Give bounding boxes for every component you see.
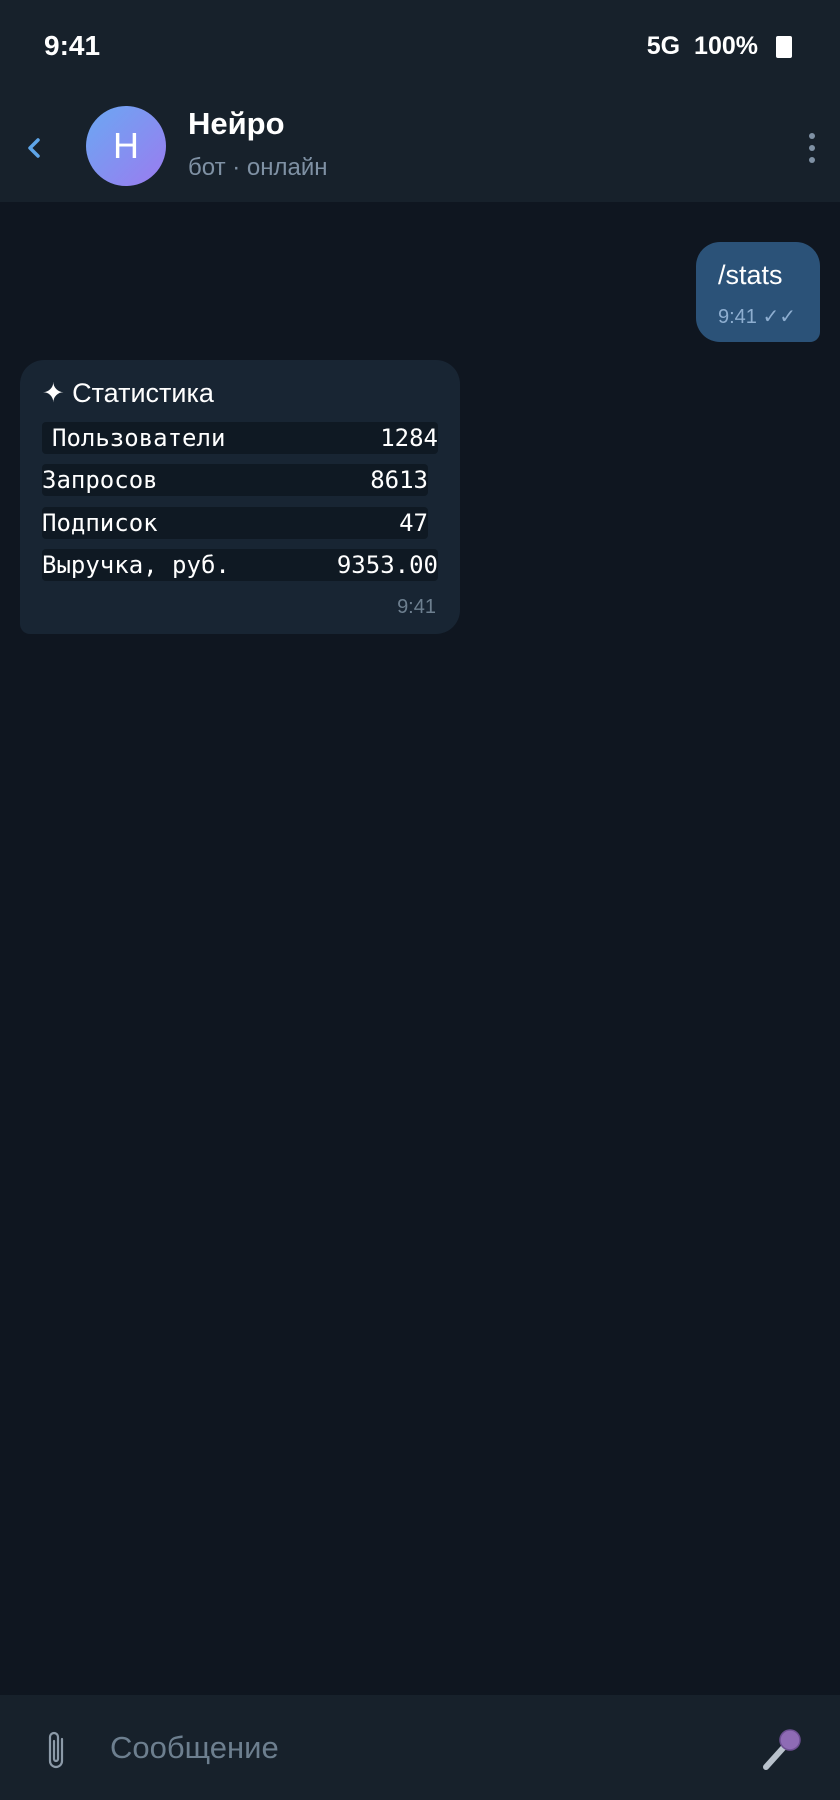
message-text: /stats <box>718 260 783 290</box>
message-time: 9:41 <box>718 306 757 328</box>
more-vertical-icon[interactable] <box>806 128 818 168</box>
stat-value: 9353.00 <box>336 551 438 579</box>
message-input[interactable] <box>110 1723 730 1773</box>
stat-label: Пользователи <box>52 424 226 452</box>
stat-value: 47 <box>399 509 428 537</box>
message-meta: 9:41 ✓✓ <box>718 304 796 329</box>
status-time: 9:41 <box>44 30 101 61</box>
message-time: 9:41 <box>397 596 436 618</box>
network-indicator: 5G <box>646 32 681 60</box>
stat-row: Выручка, руб. 9353.00 <box>42 549 438 581</box>
battery-icon <box>776 35 792 58</box>
stat-label: Выручка, руб. <box>42 551 230 579</box>
outgoing-message[interactable]: /stats 9:41 ✓✓ <box>696 242 820 342</box>
stat-label: Запросов <box>42 466 158 494</box>
composer-bar <box>0 1695 840 1800</box>
chat-status: бот · онлайн <box>188 154 328 181</box>
paperclip-icon[interactable] <box>40 1727 76 1773</box>
avatar-letter: Н <box>113 125 139 166</box>
back-icon[interactable] <box>22 128 48 168</box>
microphone-icon[interactable] <box>758 1725 804 1773</box>
chat-header: Н Нейро бот · онлайн <box>0 94 840 202</box>
stat-value: 1284 <box>380 424 438 452</box>
stat-value: 8613 <box>370 466 428 494</box>
stat-row: Пользователи 1284 <box>42 422 438 454</box>
stats-title: ✦ Статистика <box>42 378 214 408</box>
message-list[interactable]: /stats 9:41 ✓✓ ✦ Статистика Пользователи… <box>0 202 840 1695</box>
read-check-icon: ✓✓ <box>762 306 797 328</box>
battery-level: 100% <box>694 32 758 60</box>
stat-row: Запросов 8613 <box>42 464 428 496</box>
status-bar: 9:41 5G 100% <box>0 0 840 94</box>
stat-label: Подписок <box>42 509 158 537</box>
chat-title[interactable]: Нейро <box>188 106 285 142</box>
avatar[interactable]: Н <box>86 106 166 186</box>
incoming-message[interactable]: ✦ Статистика Пользователи 1284 Запросов … <box>20 360 460 634</box>
status-indicators: 5G 100% <box>647 32 792 61</box>
stat-row: Подписок 47 <box>42 507 428 539</box>
